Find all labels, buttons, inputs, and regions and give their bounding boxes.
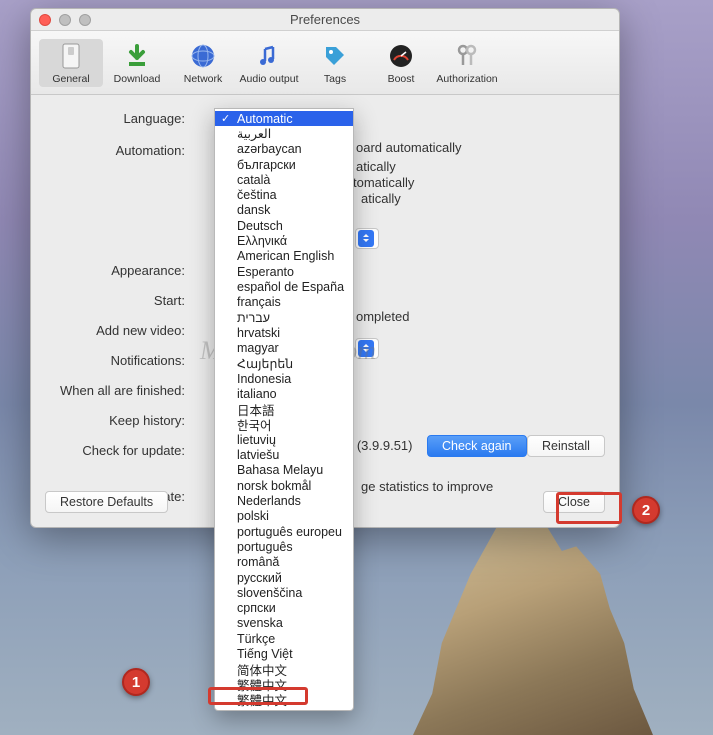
toolbar-label: Tags [324,73,346,85]
language-option[interactable]: português [215,539,353,554]
music-icon [254,41,284,71]
language-option[interactable]: español de España [215,279,353,294]
restore-defaults-button[interactable]: Restore Defaults [45,491,168,513]
language-option[interactable]: Esperanto [215,264,353,279]
language-option[interactable]: српски [215,601,353,616]
switch-icon [56,41,86,71]
automation-text-1: oard automatically [356,140,462,155]
desktop-rock [413,505,653,735]
toolbar-label: Boost [388,73,415,85]
language-option[interactable]: català [215,172,353,187]
language-option[interactable]: dansk [215,203,353,218]
language-option[interactable]: עברית [215,310,353,325]
language-option[interactable]: العربية [215,126,353,141]
window-minimize-button[interactable] [59,14,71,26]
toolbar-tab-general[interactable]: General [39,39,103,87]
automation-text-4: atically [361,191,401,206]
label-appearance: Appearance: [53,263,193,278]
keys-icon [452,41,482,71]
language-option[interactable]: čeština [215,187,353,202]
callout-2: 2 [632,496,660,524]
toolbar-label: Audio output [240,73,299,85]
label-notifications: Notifications: [53,353,193,368]
reinstall-button[interactable]: Reinstall [527,435,605,457]
language-option[interactable]: latviešu [215,448,353,463]
chevron-updown-icon [358,340,374,357]
label-automation: Automation: [53,143,193,158]
download-icon [122,41,152,71]
language-dropdown[interactable]: ✓Automaticالعربيةazərbaycanбългарскиcata… [214,108,354,711]
toolbar: General Download Network Audio output Ta… [31,31,619,95]
language-option[interactable]: magyar [215,340,353,355]
window-title: Preferences [31,12,619,27]
language-option[interactable]: 繁體中文 [215,692,353,707]
automation-text-3: tomatically [353,175,414,190]
notification-text: ompleted [356,309,409,324]
stats-text: ge statistics to improve [361,479,493,494]
whenfinished-popup[interactable] [355,335,379,359]
label-whenfinished: When all are finished: [53,383,193,398]
traffic-lights [39,14,91,26]
window-zoom-button[interactable] [79,14,91,26]
language-option[interactable]: slovenščina [215,585,353,600]
toolbar-tab-authorization[interactable]: Authorization [435,39,499,87]
language-option[interactable]: français [215,295,353,310]
language-option[interactable]: Türkçe [215,631,353,646]
language-option[interactable]: American English [215,249,353,264]
callout-1: 1 [122,668,150,696]
version-text: n (3.9.9.51) [346,438,413,453]
appearance-popup[interactable] [355,225,379,249]
language-option[interactable]: 한국어 [215,417,353,432]
language-option[interactable]: italiano [215,386,353,401]
toolbar-label: Authorization [436,73,497,85]
chevron-updown-icon [358,230,374,247]
tag-icon [320,41,350,71]
language-option[interactable]: Deutsch [215,218,353,233]
language-option[interactable]: polski [215,509,353,524]
language-option[interactable]: Հայերեն [215,356,353,371]
toolbar-tab-boost[interactable]: Boost [369,39,433,87]
titlebar: Preferences [31,9,619,31]
label-language: Language: [53,111,193,126]
automation-text-2: atically [356,159,396,174]
check-again-button[interactable]: Check again [427,435,527,457]
language-option[interactable]: svenska [215,616,353,631]
language-option[interactable]: русский [215,570,353,585]
toolbar-label: Download [114,73,161,85]
globe-icon [188,41,218,71]
gauge-icon [386,41,416,71]
toolbar-tab-audio[interactable]: Audio output [237,39,301,87]
language-option[interactable]: norsk bokmål [215,478,353,493]
toolbar-label: General [52,73,89,85]
toolbar-tab-network[interactable]: Network [171,39,235,87]
label-keephistory: Keep history: [53,413,193,428]
label-addnew: Add new video: [53,323,193,338]
close-button[interactable]: Close [543,491,605,513]
language-option[interactable]: Indonesia [215,371,353,386]
language-option[interactable]: Ελληνικά [215,233,353,248]
toolbar-tab-tags[interactable]: Tags [303,39,367,87]
toolbar-tab-download[interactable]: Download [105,39,169,87]
language-option[interactable]: ✓Automatic [215,111,353,126]
language-option[interactable]: azərbaycan [215,142,353,157]
language-option[interactable]: Nederlands [215,493,353,508]
language-option[interactable]: Bahasa Melayu [215,463,353,478]
window-close-button[interactable] [39,14,51,26]
language-option[interactable]: 日本語 [215,402,353,417]
label-start: Start: [53,293,193,308]
language-option[interactable]: hrvatski [215,325,353,340]
language-option[interactable]: lietuvių [215,432,353,447]
language-option[interactable]: română [215,555,353,570]
toolbar-label: Network [184,73,223,85]
label-checkupdate: Check for update: [53,443,193,458]
language-option[interactable]: português europeu [215,524,353,539]
language-option[interactable]: български [215,157,353,172]
